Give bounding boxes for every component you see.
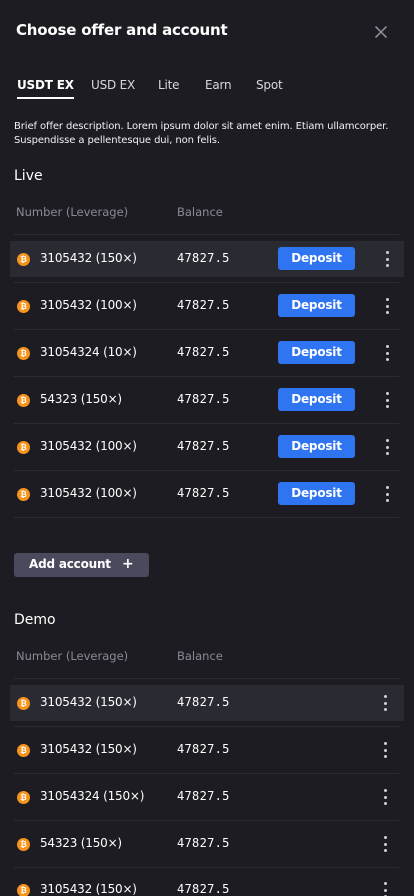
account-number: 31054324 (10×) bbox=[40, 345, 137, 359]
deposit-button[interactable]: Deposit bbox=[278, 341, 355, 364]
divider bbox=[14, 820, 399, 821]
account-number: 31054324 (150×) bbox=[40, 789, 145, 803]
divider bbox=[14, 376, 399, 377]
more-options-icon[interactable] bbox=[377, 741, 393, 759]
divider bbox=[14, 234, 399, 235]
more-options-icon[interactable] bbox=[379, 438, 395, 456]
account-balance: 47827.5 bbox=[177, 486, 230, 500]
demo-row[interactable]: ₿ 3105432 (150×) 47827.5 bbox=[10, 732, 404, 768]
account-number: 54323 (150×) bbox=[40, 392, 122, 406]
close-icon[interactable] bbox=[373, 24, 389, 40]
bitcoin-icon: ₿ bbox=[17, 697, 30, 710]
account-balance: 47827.5 bbox=[177, 251, 230, 265]
live-col-number: Number (Leverage) bbox=[16, 205, 129, 219]
deposit-button[interactable]: Deposit bbox=[278, 294, 355, 317]
live-col-balance: Balance bbox=[177, 205, 223, 219]
account-number: 3105432 (100×) bbox=[40, 298, 137, 312]
deposit-button[interactable]: Deposit bbox=[278, 435, 355, 458]
account-balance: 47827.5 bbox=[177, 789, 230, 803]
bitcoin-icon: ₿ bbox=[17, 791, 30, 804]
demo-col-balance: Balance bbox=[177, 649, 223, 663]
demo-row[interactable]: ₿ 54323 (150×) 47827.5 bbox=[10, 826, 404, 862]
account-balance: 47827.5 bbox=[177, 392, 230, 406]
divider bbox=[14, 517, 399, 518]
account-balance: 47827.5 bbox=[177, 742, 230, 756]
more-options-icon[interactable] bbox=[377, 881, 393, 896]
account-number: 3105432 (100×) bbox=[40, 486, 137, 500]
account-number: 3105432 (150×) bbox=[40, 695, 137, 709]
account-number: 3105432 (150×) bbox=[40, 882, 137, 896]
bitcoin-icon: ₿ bbox=[17, 441, 30, 454]
tab-spot[interactable]: Spot bbox=[256, 78, 283, 92]
divider bbox=[14, 282, 399, 283]
demo-section-title: Demo bbox=[14, 612, 56, 628]
account-number: 3105432 (150×) bbox=[40, 251, 137, 265]
tab-usdt-ex[interactable]: USDT EX bbox=[17, 78, 74, 99]
more-options-icon[interactable] bbox=[377, 835, 393, 853]
deposit-button[interactable]: Deposit bbox=[278, 388, 355, 411]
plus-icon: + bbox=[122, 556, 134, 572]
add-account-button[interactable]: Add account + bbox=[14, 553, 149, 577]
live-row[interactable]: ₿ 3105432 (100×) 47827.5 Deposit bbox=[10, 429, 404, 465]
bitcoin-icon: ₿ bbox=[17, 394, 30, 407]
live-section-title: Live bbox=[14, 168, 43, 184]
more-options-icon[interactable] bbox=[379, 250, 395, 268]
account-number: 3105432 (150×) bbox=[40, 742, 137, 756]
offer-tabs: USDT EX USD EX Lite Earn Spot bbox=[0, 78, 414, 100]
more-options-icon[interactable] bbox=[379, 344, 395, 362]
account-balance: 47827.5 bbox=[177, 695, 230, 709]
account-balance: 47827.5 bbox=[177, 298, 230, 312]
more-options-icon[interactable] bbox=[377, 694, 393, 712]
account-balance: 47827.5 bbox=[177, 836, 230, 850]
account-balance: 47827.5 bbox=[177, 882, 230, 896]
divider bbox=[14, 773, 399, 774]
demo-row[interactable]: ₿ 3105432 (150×) 47827.5 bbox=[10, 872, 404, 896]
modal-header: Choose offer and account bbox=[0, 0, 414, 62]
deposit-button[interactable]: Deposit bbox=[278, 482, 355, 505]
account-balance: 47827.5 bbox=[177, 439, 230, 453]
bitcoin-icon: ₿ bbox=[17, 488, 30, 501]
account-balance: 47827.5 bbox=[177, 345, 230, 359]
tab-lite[interactable]: Lite bbox=[158, 78, 180, 92]
deposit-button[interactable]: Deposit bbox=[278, 247, 355, 270]
live-row[interactable]: ₿ 3105432 (100×) 47827.5 Deposit bbox=[10, 476, 404, 512]
more-options-icon[interactable] bbox=[377, 788, 393, 806]
demo-col-number: Number (Leverage) bbox=[16, 649, 129, 663]
tab-usd-ex[interactable]: USD EX bbox=[91, 78, 135, 92]
divider bbox=[14, 867, 399, 868]
offer-description: Brief offer description. Lorem ipsum dol… bbox=[14, 121, 389, 146]
live-row[interactable]: ₿ 31054324 (10×) 47827.5 Deposit bbox=[10, 335, 404, 371]
bitcoin-icon: ₿ bbox=[17, 744, 30, 757]
live-row[interactable]: ₿ 3105432 (100×) 47827.5 Deposit bbox=[10, 288, 404, 324]
bitcoin-icon: ₿ bbox=[17, 838, 30, 851]
more-options-icon[interactable] bbox=[379, 297, 395, 315]
more-options-icon[interactable] bbox=[379, 391, 395, 409]
more-options-icon[interactable] bbox=[379, 485, 395, 503]
divider bbox=[14, 423, 399, 424]
bitcoin-icon: ₿ bbox=[17, 347, 30, 360]
divider bbox=[14, 470, 399, 471]
divider bbox=[14, 678, 399, 679]
bitcoin-icon: ₿ bbox=[17, 253, 30, 266]
bitcoin-icon: ₿ bbox=[17, 884, 30, 896]
divider bbox=[14, 329, 399, 330]
account-number: 54323 (150×) bbox=[40, 836, 122, 850]
demo-row[interactable]: ₿ 3105432 (150×) 47827.5 bbox=[10, 685, 404, 721]
demo-row[interactable]: ₿ 31054324 (150×) 47827.5 bbox=[10, 779, 404, 815]
account-number: 3105432 (100×) bbox=[40, 439, 137, 453]
live-row[interactable]: ₿ 3105432 (150×) 47827.5 Deposit bbox=[10, 241, 404, 277]
bitcoin-icon: ₿ bbox=[17, 300, 30, 313]
live-row[interactable]: ₿ 54323 (150×) 47827.5 Deposit bbox=[10, 382, 404, 418]
tab-earn[interactable]: Earn bbox=[205, 78, 232, 92]
page-title: Choose offer and account bbox=[16, 21, 228, 39]
divider bbox=[14, 726, 399, 727]
add-account-label: Add account bbox=[29, 557, 111, 571]
